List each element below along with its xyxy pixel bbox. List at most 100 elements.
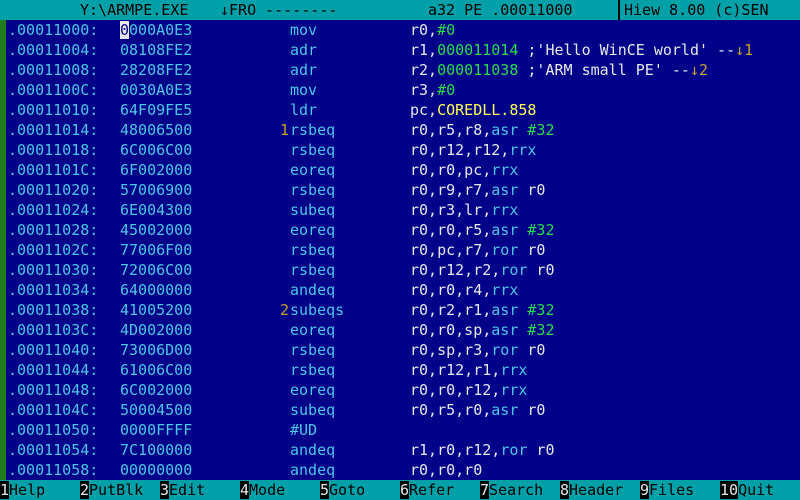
line-address: .00011008: [8, 61, 99, 79]
line-operands: r0,r9,r7,asr r0 [410, 180, 545, 200]
fkey-edit[interactable]: 3Edit [160, 480, 205, 500]
operand-token: ror [500, 441, 528, 459]
line-mnemonic: rsbeq [290, 141, 336, 159]
disasm-line[interactable]: .00011000: 0000A0E3 mov r0,#0 [0, 20, 800, 40]
operand-token: #0 [437, 81, 456, 99]
disasm-line[interactable]: .00011020: 57006900 rsbeq r0,r9,r7,asr r0 [0, 180, 800, 200]
disasm-line[interactable]: .0001103C: 4D002000 eoreq r0,r0,sp,asr #32 [0, 320, 800, 340]
operand-token: r1, [410, 41, 438, 59]
fkey-header[interactable]: 8Header [560, 480, 623, 500]
operand-token: rrx [500, 381, 528, 399]
line-operands: r0,r12,r1,rrx [410, 360, 527, 380]
disasm-line[interactable]: .00011058: 00000000 andeq r0,r0,r0 [0, 460, 800, 480]
operand-token: r0 [527, 261, 555, 279]
disasm-line[interactable]: .00011048: 6C002000 eoreq r0,r0,r12,rrx [0, 380, 800, 400]
line-operands: r0,r5,r0,asr r0 [410, 400, 545, 420]
disassembly-view[interactable]: .00011000: 0000A0E3 mov r0,#0.00011004: 0810… [0, 20, 800, 480]
fkey-label: Help [9, 481, 46, 499]
disasm-line[interactable]: .00011004: 08108FE2 adr r1,000011014 ;'Hell… [0, 40, 800, 60]
disasm-line[interactable]: .0001102C: 77006F00 rsbeq r0,pc,r7,ror r0 [0, 240, 800, 260]
line-hex-bytes: 61006C00 [120, 361, 193, 379]
line-address: .00011058: [8, 461, 99, 479]
line-mnemonic: andeq [290, 461, 336, 479]
disasm-line[interactable]: .00011010: 64F09FE5 ldr pc,COREDLL.858 [0, 100, 800, 120]
disasm-line[interactable]: .0001100C: 0030A0E3 mov r3,#0 [0, 80, 800, 100]
fkey-quit[interactable]: 10Quit [720, 480, 774, 500]
line-hex-bytes: 0000A0E3 [120, 21, 193, 39]
title-divider [618, 0, 620, 20]
operand-token: r0, [410, 21, 438, 39]
fkey-goto[interactable]: 5Goto [320, 480, 365, 500]
line-operands: r0,r3,lr,rrx [410, 200, 518, 220]
operand-token: asr [491, 301, 519, 319]
fkey-files[interactable]: 9Files [640, 480, 694, 500]
disasm-line[interactable]: .00011028: 45002000 eoreq r0,r0,r5,asr #32 [0, 220, 800, 240]
line-operands: r1,r0,r12,ror r0 [410, 440, 555, 460]
line-address: .0001103C: [8, 321, 99, 339]
disasm-line[interactable]: .00011040: 73006D00 rsbeq r0,sp,r3,ror r0 [0, 340, 800, 360]
disasm-line[interactable]: .00011054: 7C100000 andeq r1,r0,r12,ror r0 [0, 440, 800, 460]
line-hex-bytes: 77006F00 [120, 241, 193, 259]
operand-token: r0 [518, 341, 546, 359]
disasm-line[interactable]: .00011034: 64000000 andeq r0,r0,r4,rrx [0, 280, 800, 300]
disasm-line[interactable]: .00011050: 0000FFFF #UD [0, 420, 800, 440]
operand-token: r0 [518, 181, 546, 199]
operand-token: ror [491, 241, 519, 259]
fkey-label: Quit [738, 481, 775, 499]
line-operands: r0,r0,sp,asr #32 [410, 320, 555, 340]
fkey-label: Mode [249, 481, 286, 499]
fkey-putblk[interactable]: 2PutBlk [80, 480, 143, 500]
line-hex-bytes: 6C006C00 [120, 141, 193, 159]
disasm-line[interactable]: .00011030: 72006C00 rsbeq r0,r12,r2,ror r0 [0, 260, 800, 280]
disasm-line[interactable]: .00011008: 28208FE2 adr r2,000011038 ;'ARM … [0, 60, 800, 80]
line-gutter-marker [0, 60, 6, 80]
operand-token: asr [491, 121, 519, 139]
line-hex-bytes: 57006900 [120, 181, 193, 199]
line-address: .00011024: [8, 201, 99, 219]
line-gutter-marker [0, 460, 6, 480]
line-gutter-marker [0, 20, 6, 40]
disasm-line[interactable]: .00011018: 6C006C00 rsbeq r0,r12,r12,rrx [0, 140, 800, 160]
fkey-help[interactable]: 1Help [0, 480, 45, 500]
line-hex-bytes: 08108FE2 [120, 41, 193, 59]
text-cursor: 0 [120, 21, 130, 39]
fkey-number: 8 [560, 481, 570, 499]
operand-token: pc, [410, 101, 438, 119]
line-mnemonic: eoreq [290, 321, 336, 339]
disasm-line[interactable]: .00011044: 61006C00 rsbeq r0,r12,r1,rrx [0, 360, 800, 380]
fkey-search[interactable]: 7Search [480, 480, 543, 500]
function-key-bar: 1Help 2PutBlk 3Edit 4Mode 5Goto 6Refer 7Search… [0, 480, 800, 500]
line-address: .00011038: [8, 301, 99, 319]
disasm-line[interactable]: .00011038: 41005200 2 subeqs r0,r2,r1,asr #3… [0, 300, 800, 320]
disasm-line[interactable]: .00011024: 6E004300 subeq r0,r3,lr,rrx [0, 200, 800, 220]
operand-token: r0,r2,r1, [410, 301, 492, 319]
fkey-mode[interactable]: 4Mode [240, 480, 285, 500]
line-mnemonic: subeq [290, 401, 336, 419]
line-operands: r0,pc,r7,ror r0 [410, 240, 545, 260]
line-operands: r1,000011014 ;'Hello WinCE world' --↓1 [410, 40, 753, 60]
line-gutter-marker [0, 180, 6, 200]
line-address: .00011014: [8, 121, 99, 139]
operand-token: ;'ARM small PE' -- [518, 61, 690, 79]
fkey-label: Edit [169, 481, 206, 499]
reference-marker[interactable]: 1 [280, 120, 289, 140]
reference-marker[interactable]: 2 [280, 300, 289, 320]
line-gutter-marker [0, 220, 6, 240]
operand-token: r0 [518, 401, 546, 419]
operand-token: ↓1 [735, 41, 754, 59]
fkey-label: Search [489, 481, 544, 499]
line-hex-bytes: 0030A0E3 [120, 81, 193, 99]
operand-token: rrx [491, 201, 519, 219]
line-gutter-marker [0, 440, 6, 460]
line-operands: r0,r12,r12,rrx [410, 140, 536, 160]
line-address: .0001104C: [8, 401, 99, 419]
app-version: Hiew 8.00 (c)SEN [624, 1, 769, 19]
disasm-line[interactable]: .00011014: 48006500 1 rsbeq r0,r5,r8,asr #32 [0, 120, 800, 140]
disasm-line[interactable]: .0001104C: 50004500 subeq r0,r5,r0,asr r0 [0, 400, 800, 420]
operand-token: rrx [509, 141, 537, 159]
operand-token: #32 [527, 301, 555, 319]
disasm-line[interactable]: .0001101C: 6F002000 eoreq r0,r0,pc,rrx [0, 160, 800, 180]
operand-token: COREDLL.858 [437, 101, 537, 119]
line-hex-bytes: 64000000 [120, 281, 193, 299]
fkey-refer[interactable]: 6Refer [400, 480, 454, 500]
